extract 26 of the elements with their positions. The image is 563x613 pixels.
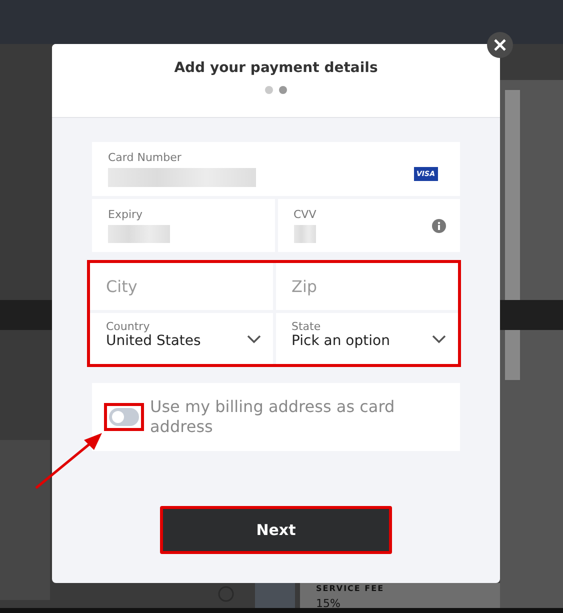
zip-field[interactable]: Zip [276, 263, 458, 310]
fee-value: 15% [316, 597, 340, 610]
city-field[interactable]: City [90, 263, 272, 310]
field-label: Country [106, 320, 151, 333]
field-label: Expiry [108, 208, 144, 221]
fee-label: SERVICE FEE [316, 584, 384, 593]
next-button[interactable]: Next [163, 509, 389, 551]
chevron-down-icon [432, 335, 446, 344]
field-label: State [292, 320, 322, 333]
expiry-field[interactable]: Expiry [92, 199, 274, 252]
cvv-field[interactable]: CVV [278, 199, 460, 252]
toggle-switch[interactable] [109, 408, 139, 426]
select-value: United States [106, 333, 201, 349]
field-label: CVV [294, 208, 318, 221]
chevron-down-icon [246, 335, 260, 344]
redacted-value [294, 225, 316, 243]
country-select[interactable]: Country United States [90, 313, 272, 364]
redacted-value [108, 225, 170, 243]
select-value: Pick an option [292, 333, 390, 349]
state-select[interactable]: State Pick an option [276, 313, 458, 364]
field-label: Card Number [108, 151, 182, 164]
dialog-title: Add your payment details [174, 60, 378, 76]
toggle-label: Use my billing address as card address [150, 397, 396, 437]
info-icon[interactable] [432, 219, 446, 233]
annotation-arrow [34, 430, 104, 490]
close-icon [494, 39, 506, 51]
